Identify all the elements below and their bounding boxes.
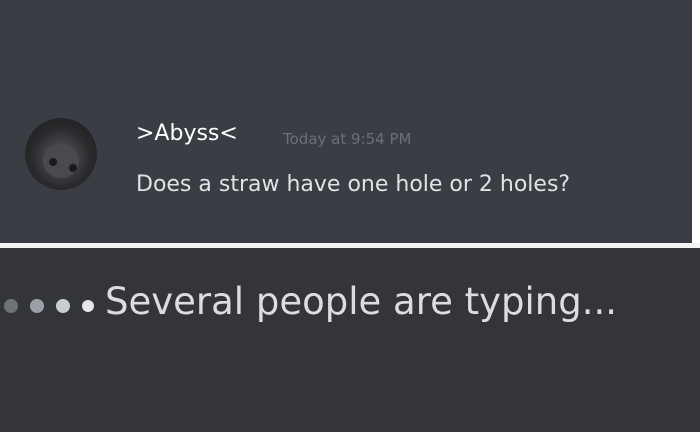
chat-window: >Abyss< Today at 9:54 PM Does a straw ha… [0,0,700,432]
typing-panel [0,248,700,432]
typing-dot [82,300,94,312]
typing-dot [4,299,18,313]
message-timestamp: Today at 9:54 PM [283,130,412,148]
typing-indicator-text: Several people are typing... [105,280,618,323]
message-panel: >Abyss< Today at 9:54 PM Does a straw ha… [0,0,692,243]
typing-dot [56,299,70,313]
panel-edge [692,0,700,243]
typing-dot [30,299,44,313]
message-text: Does a straw have one hole or 2 holes? [136,172,571,197]
avatar-detail [49,158,57,166]
avatar-detail [69,164,77,172]
typing-dots-icon [4,299,94,315]
message-username[interactable]: >Abyss< [136,121,238,146]
avatar-icon[interactable] [25,118,97,190]
